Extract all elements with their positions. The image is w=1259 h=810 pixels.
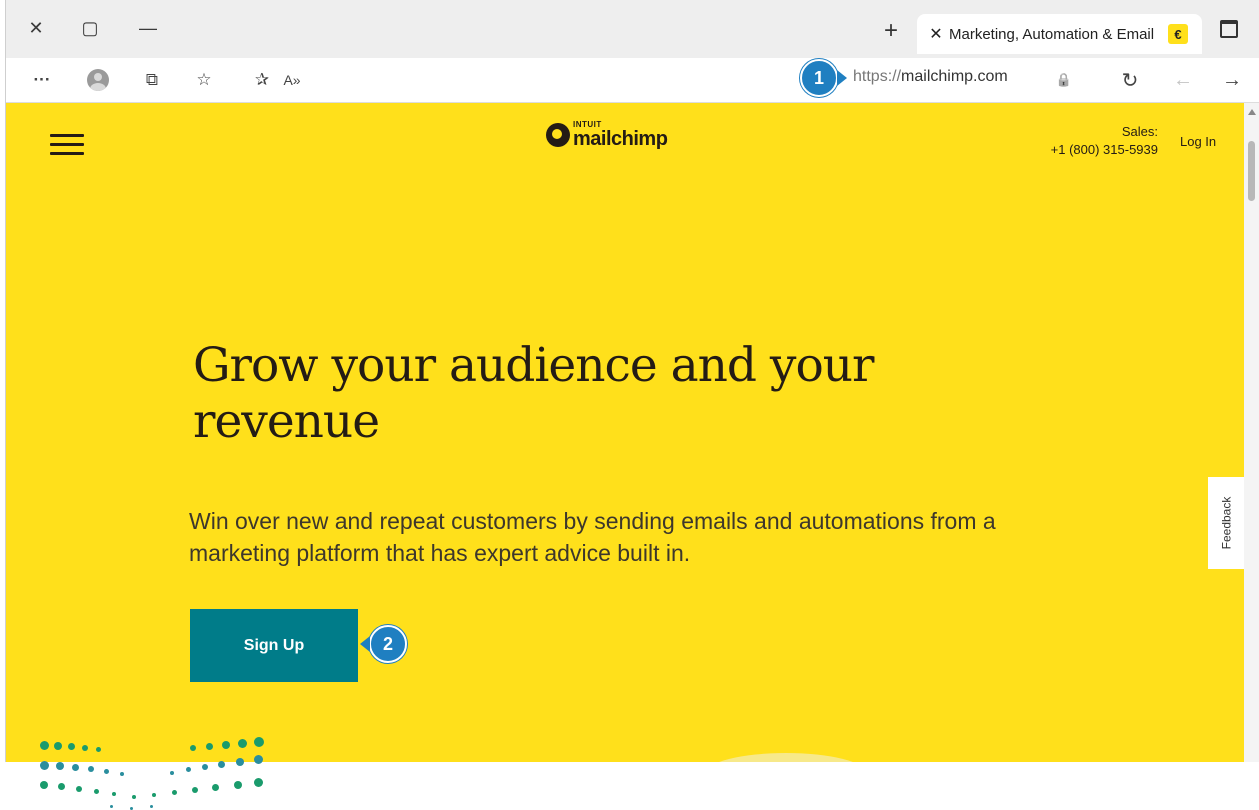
page-scrollbar[interactable]: [1244, 103, 1259, 762]
logo-wordmark: mailchimp: [573, 128, 668, 150]
vision-dot: [40, 781, 48, 789]
favorites-icon[interactable]: ☆: [190, 66, 218, 94]
vision-dot: [150, 805, 153, 808]
sign-up-button[interactable]: Sign Up: [190, 609, 358, 682]
decorative-shape: [706, 753, 866, 762]
tab-actions-icon[interactable]: ⧉: [138, 66, 166, 94]
vision-dot: [88, 766, 94, 772]
browser-window: ✕ ▢ — + ✕ Marketing, Automation & Email …: [5, 0, 1259, 762]
hero-subtitle: Win over new and repeat customers by sen…: [189, 508, 996, 566]
mailchimp-logo[interactable]: INTUIT mailchimp: [546, 121, 668, 150]
vision-dot: [110, 805, 113, 808]
vision-dot: [236, 758, 244, 766]
avatar-icon: [87, 69, 109, 91]
maximize-window-icon[interactable]: ▢: [76, 14, 104, 42]
vision-dot: [82, 745, 88, 751]
vision-dot: [112, 792, 116, 796]
hero-headline: Grow your audience and your revenue: [193, 338, 874, 449]
sales-phone: +1 (800) 315-5939: [1050, 142, 1158, 157]
hamburger-menu-icon[interactable]: [50, 134, 84, 156]
read-aloud-icon[interactable]: A»: [278, 66, 306, 94]
vision-dot: [68, 743, 75, 750]
vision-dot: [254, 755, 263, 764]
close-tab-icon[interactable]: ✕: [923, 24, 949, 44]
vision-dot: [238, 739, 247, 748]
vision-dot: [40, 761, 49, 770]
mailchimp-page: INTUIT mailchimp Sales: +1 (800) 315-593…: [6, 103, 1244, 762]
back-arrow-icon[interactable]: ←: [1169, 66, 1197, 94]
close-window-icon[interactable]: ✕: [22, 14, 50, 42]
vision-dot: [96, 747, 101, 752]
vision-dot: [54, 742, 62, 750]
callout-2: 2: [360, 625, 407, 663]
vision-dot: [202, 764, 208, 770]
vision-dots-logo: [40, 733, 280, 810]
vision-dot: [254, 778, 263, 787]
new-tab-button[interactable]: +: [876, 16, 906, 46]
minimize-window-icon[interactable]: —: [134, 14, 162, 42]
address-bar[interactable]: https://mailchimp.com: [853, 68, 1008, 86]
address-toolbar: ··· ⧉ ☆ ✰ A» https://mailchimp.com 🔒 ↻ ←…: [6, 58, 1259, 103]
tab-title: Marketing, Automation & Email: [949, 25, 1155, 43]
vision-dot: [132, 795, 136, 799]
vision-dot: [170, 771, 174, 775]
scrollbar-thumb[interactable]: [1248, 141, 1255, 201]
vision-dot: [222, 741, 230, 749]
vision-dot: [172, 790, 177, 795]
forward-arrow-icon[interactable]: →: [1218, 66, 1246, 94]
vision-dot: [56, 762, 64, 770]
vision-dot: [72, 764, 79, 771]
refresh-icon[interactable]: ↻: [1116, 66, 1144, 94]
url-scheme: https://: [853, 68, 902, 85]
vision-dot: [58, 783, 65, 790]
vision-dot: [190, 745, 196, 751]
vision-dot: [40, 741, 49, 750]
scroll-up-arrow-icon[interactable]: [1248, 109, 1256, 115]
vision-dot: [234, 781, 242, 789]
mailchimp-favicon-icon: €: [1168, 24, 1188, 44]
vision-dot: [192, 787, 198, 793]
url-host: mailchimp.com: [901, 68, 1008, 85]
more-menu-icon[interactable]: ···: [28, 66, 56, 94]
tab-mailchimp[interactable]: ✕ Marketing, Automation & Email €: [917, 14, 1202, 54]
vision-dot: [186, 767, 191, 772]
vision-dot: [94, 789, 99, 794]
vision-dot: [218, 761, 225, 768]
vision-dot: [104, 769, 109, 774]
tab-panel-icon[interactable]: [1220, 20, 1240, 40]
freddie-logo-icon: [546, 123, 570, 147]
profile-avatar[interactable]: [84, 66, 112, 94]
lock-icon[interactable]: 🔒: [1050, 66, 1078, 94]
vision-dot: [206, 743, 213, 750]
vision-dot: [212, 784, 219, 791]
feedback-label: Feedback: [1219, 496, 1234, 550]
sales-label: Sales:: [1121, 124, 1158, 139]
callout-1: 1: [800, 59, 847, 97]
tab-strip: ✕ ▢ — + ✕ Marketing, Automation & Email …: [6, 0, 1259, 58]
sales-contact[interactable]: Sales: +1 (800) 315-5939: [988, 123, 1158, 159]
vision-dot: [152, 793, 156, 797]
feedback-tab[interactable]: Feedback: [1208, 477, 1244, 569]
vision-dot: [254, 737, 264, 747]
login-link[interactable]: Log In: [1180, 134, 1216, 149]
vision-dot: [120, 772, 124, 776]
vision-dot: [76, 786, 82, 792]
collections-icon[interactable]: ✰: [248, 66, 276, 94]
